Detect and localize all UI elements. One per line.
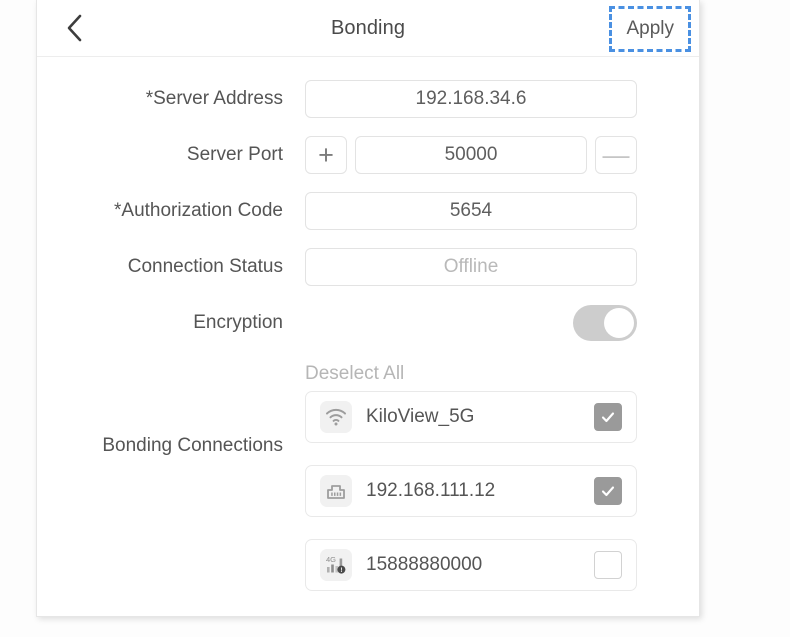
label-bonding-connections: Bonding Connections bbox=[102, 435, 283, 456]
list-item-label: KiloView_5G bbox=[366, 406, 475, 427]
control-connection-status: Offline bbox=[305, 248, 699, 286]
svg-text:!: ! bbox=[340, 567, 342, 574]
label-encryption: Encryption bbox=[193, 312, 283, 333]
control-server-address: 192.168.34.6 bbox=[305, 80, 699, 118]
port-decrement-button[interactable]: — bbox=[595, 136, 637, 174]
page-title: Bonding bbox=[330, 17, 406, 39]
bonding-connections-section: Bonding Connections Deselect All KiloVie… bbox=[37, 357, 699, 613]
label-authorization-code: *Authorization Code bbox=[114, 200, 283, 221]
ethernet-icon bbox=[320, 475, 352, 507]
form-row-server-address: *Server Address 192.168.34.6 bbox=[37, 71, 699, 127]
list-item-checkbox[interactable] bbox=[594, 551, 622, 579]
page-header: Bonding Apply bbox=[37, 0, 699, 57]
bonding-connections-list: Deselect All KiloView_5G 192.168.111.12 … bbox=[305, 357, 699, 613]
label-server-address: *Server Address bbox=[145, 88, 283, 109]
check-icon bbox=[601, 486, 615, 497]
server-port-stepper: + 50000 — bbox=[305, 136, 637, 174]
list-item[interactable]: 192.168.111.12 bbox=[305, 465, 637, 517]
control-encryption bbox=[305, 305, 699, 341]
settings-form: *Server Address 192.168.34.6 Server Port… bbox=[37, 57, 699, 613]
app-screen: Bonding Apply *Server Address 192.168.34… bbox=[0, 0, 790, 637]
connection-status-value: Offline bbox=[305, 248, 637, 286]
svg-text:4G: 4G bbox=[326, 555, 336, 564]
list-item-checkbox[interactable] bbox=[594, 477, 622, 505]
form-row-server-port: Server Port + 50000 — bbox=[37, 127, 699, 183]
deselect-all-button[interactable]: Deselect All bbox=[305, 357, 699, 391]
control-server-port: + 50000 — bbox=[305, 136, 699, 174]
form-row-connection-status: Connection Status Offline bbox=[37, 239, 699, 295]
wifi-icon bbox=[320, 401, 352, 433]
form-row-encryption: Encryption bbox=[37, 295, 699, 351]
server-address-input[interactable]: 192.168.34.6 bbox=[305, 80, 637, 118]
toggle-knob bbox=[604, 308, 634, 338]
authorization-code-input[interactable]: 5654 bbox=[305, 192, 637, 230]
list-item[interactable]: 4G ! 15888880000 bbox=[305, 539, 637, 591]
list-item-checkbox[interactable] bbox=[594, 403, 622, 431]
form-row-authorization-code: *Authorization Code 5654 bbox=[37, 183, 699, 239]
apply-button[interactable]: Apply bbox=[609, 6, 691, 52]
cellular-4g-icon: 4G ! bbox=[320, 549, 352, 581]
bonding-settings-card: Bonding Apply *Server Address 192.168.34… bbox=[36, 0, 700, 617]
list-item-label: 15888880000 bbox=[366, 554, 483, 575]
label-connection-status: Connection Status bbox=[127, 256, 283, 277]
list-item[interactable]: KiloView_5G bbox=[305, 391, 637, 443]
label-server-port: Server Port bbox=[186, 144, 283, 165]
port-increment-button[interactable]: + bbox=[305, 136, 347, 174]
server-port-input[interactable]: 50000 bbox=[355, 136, 587, 174]
encryption-toggle-wrap bbox=[305, 305, 637, 341]
encryption-toggle[interactable] bbox=[573, 305, 637, 341]
list-item-label: 192.168.111.12 bbox=[366, 480, 496, 501]
check-icon bbox=[601, 412, 615, 423]
control-authorization-code: 5654 bbox=[305, 192, 699, 230]
